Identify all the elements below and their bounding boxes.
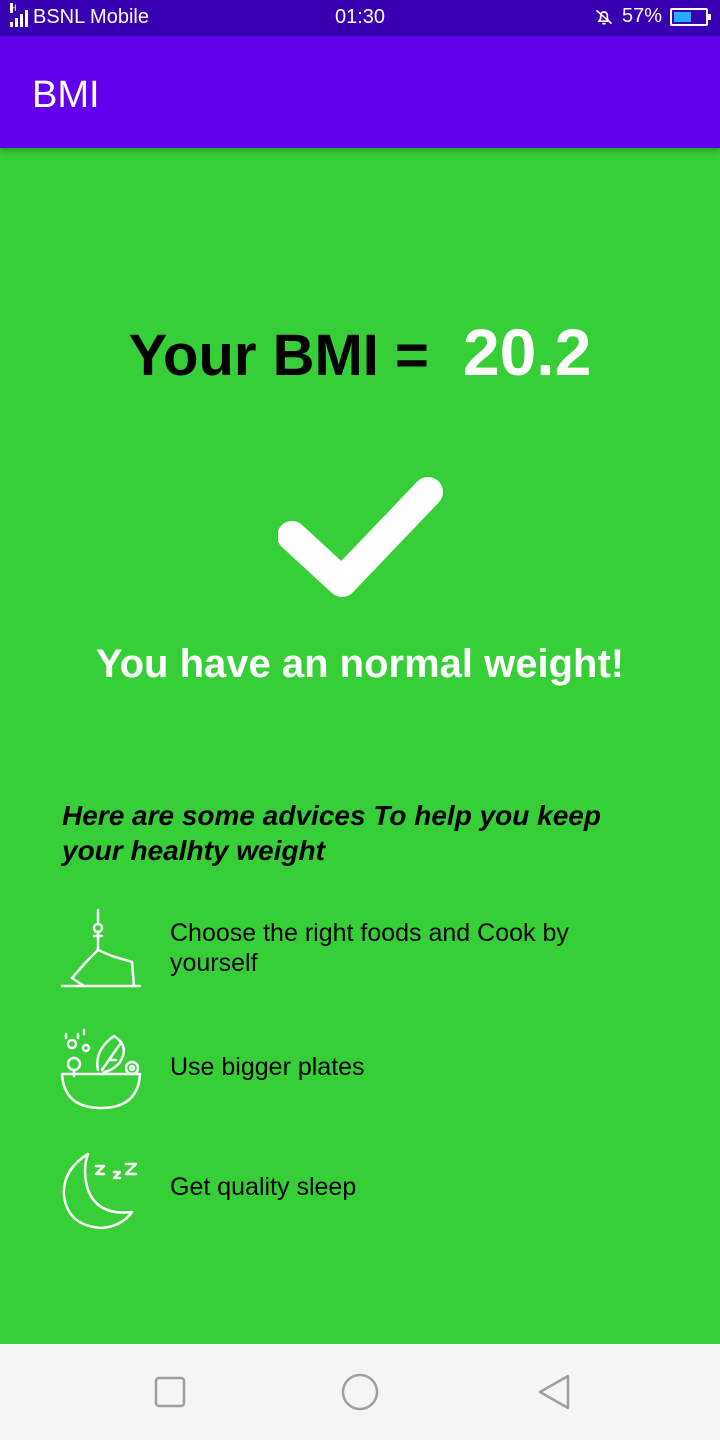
battery-icon	[670, 7, 711, 26]
app-title: BMI	[32, 74, 100, 116]
bmi-result: Your BMI = 20.2	[0, 314, 720, 390]
app-bar: BMI	[0, 36, 720, 148]
bmi-label: Your BMI =	[128, 323, 429, 388]
salad-bowl-icon	[60, 1028, 142, 1110]
checkmark-icon	[278, 477, 443, 597]
tip-text: Get quality sleep	[170, 1173, 357, 1201]
tip-text: Choose the right foods and Cook by yours…	[170, 919, 569, 977]
status-bar: H BSNL Mobile 01:30 57%	[0, 0, 720, 36]
back-icon[interactable]	[532, 1370, 576, 1414]
battery-percent: 57%	[621, 5, 662, 27]
home-icon[interactable]	[338, 1370, 382, 1414]
recent-apps-icon[interactable]	[148, 1370, 192, 1414]
tip-text: Use bigger plates	[170, 1053, 365, 1081]
navigation-bar	[0, 1344, 720, 1440]
bell-off-icon	[595, 9, 613, 24]
yoga-pose-icon	[60, 908, 142, 988]
bmi-value: 20.2	[462, 315, 592, 389]
advice-heading: Here are some advices To help you keep y…	[62, 800, 601, 866]
moon-sleep-icon	[62, 1152, 138, 1230]
result-message: You have an normal weight!	[95, 642, 625, 686]
